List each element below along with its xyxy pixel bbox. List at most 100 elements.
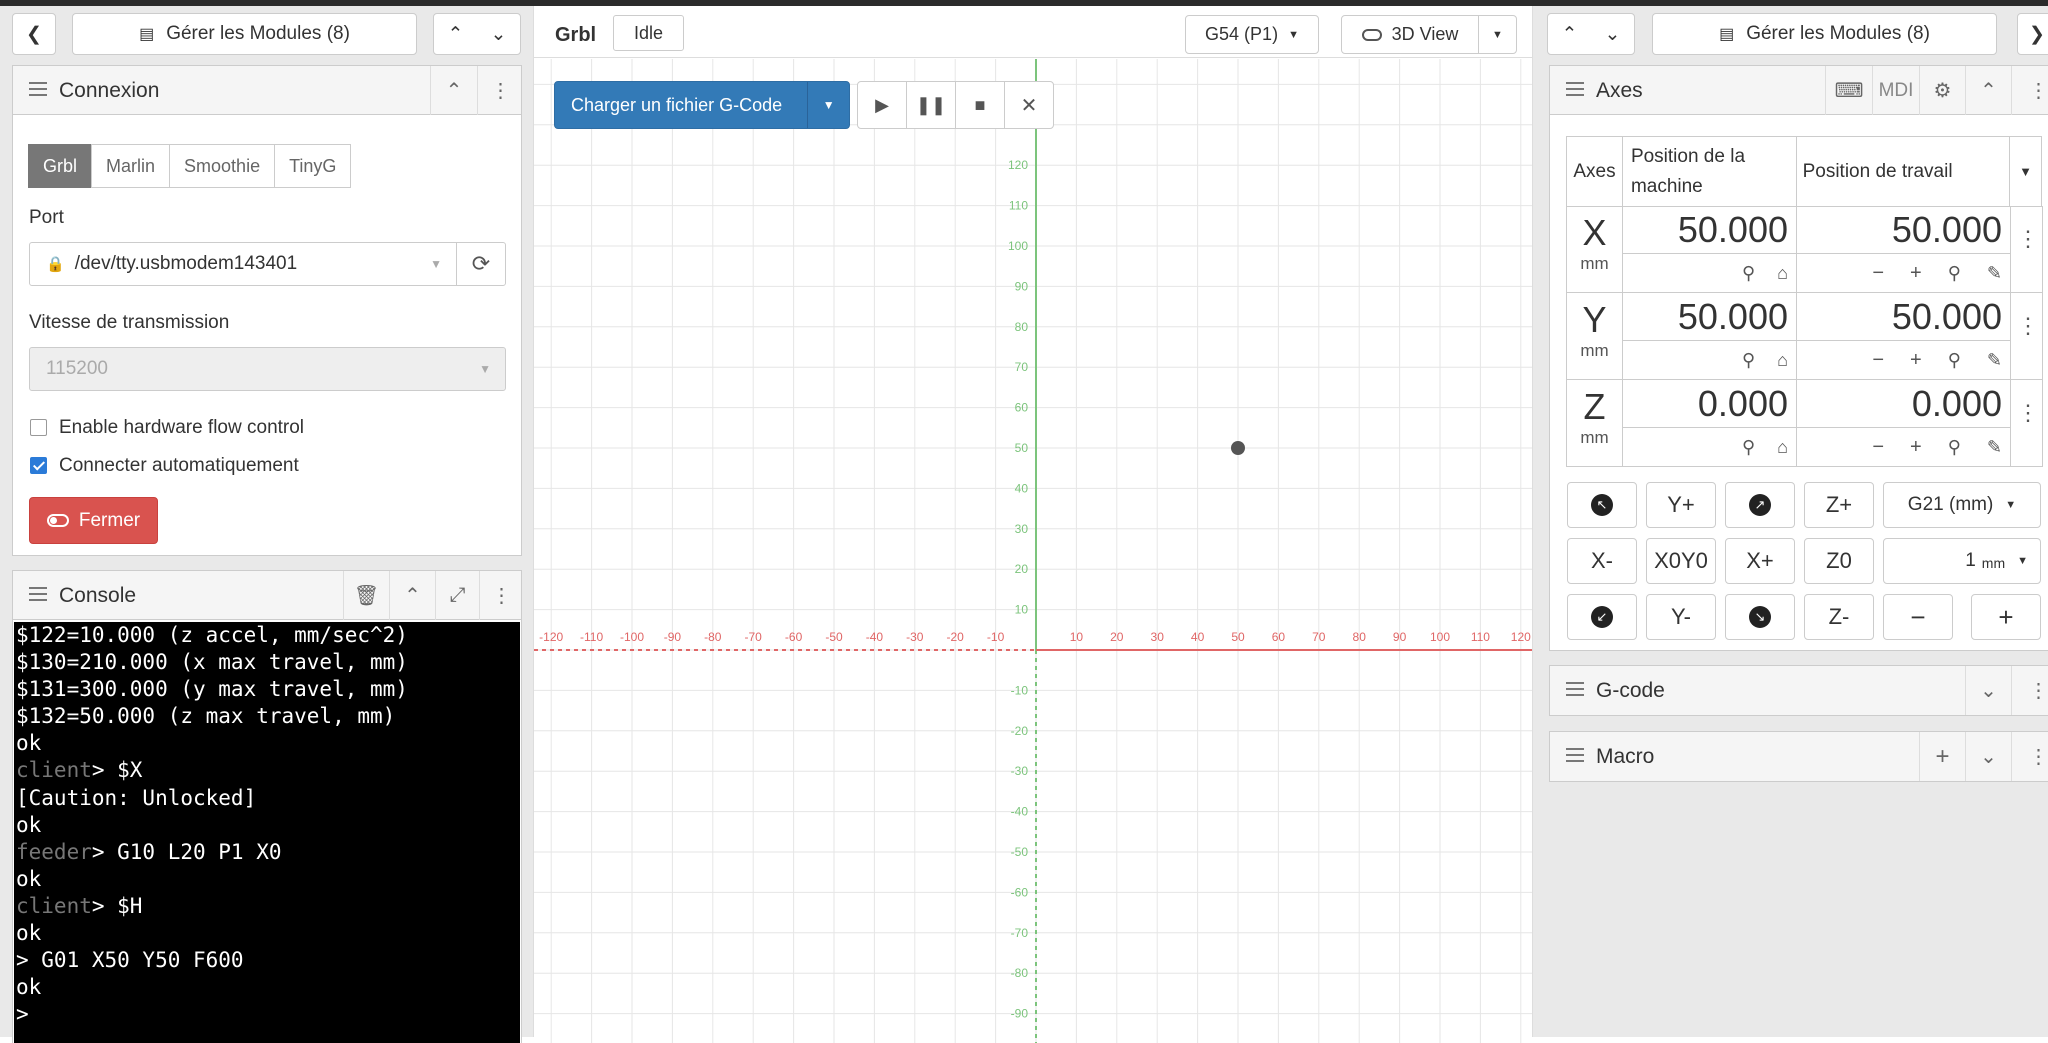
tab-grbl[interactable]: Grbl [28,144,92,188]
clear-console-button[interactable]: 🗑 [343,571,389,620]
home-icon[interactable]: ⌂ [1777,263,1788,284]
plus-icon[interactable]: + [1910,262,1922,285]
minus-icon[interactable]: − [1872,349,1884,372]
nav-next-button[interactable]: ❯ [2017,13,2048,55]
view-toggle-button[interactable]: 3D View [1341,15,1479,54]
home-icon[interactable]: ⌂ [1777,437,1788,458]
visualizer-toolbar: Grbl Idle G54 (P1)▼ 3D View ▼ [534,6,1532,58]
step-dropdown[interactable]: 1mm▼ [1883,538,2041,584]
edit-icon[interactable]: ✎ [1987,350,2002,371]
jog-zminus-button[interactable]: Z- [1804,594,1874,640]
view-options-dropdown[interactable]: ▼ [1478,15,1517,54]
flow-control-checkbox[interactable] [30,419,47,436]
step-decrease-button[interactable]: − [1883,594,1953,640]
units-label: G21 (mm) [1908,494,1994,516]
settings-button[interactable]: ⚙ [1919,66,1965,115]
stop-button[interactable]: ■ [956,82,1005,128]
chevron-up-icon[interactable]: ⌃ [448,23,464,46]
load-gcode-button[interactable]: Charger un fichier G-Code ▼ [554,81,850,129]
more-vertical-icon[interactable]: ⋮ [2017,226,2039,252]
minus-icon[interactable]: − [1872,436,1884,459]
nav-prev-button[interactable]: ❮ [12,13,56,55]
chevron-down-icon[interactable]: ⌄ [491,23,507,46]
chevron-up-icon[interactable]: ⌃ [1562,23,1578,46]
jog-xplus-button[interactable]: X+ [1725,538,1795,584]
console-line-text: > [16,1002,29,1026]
auto-connect-label: Connecter automatiquement [59,455,299,477]
plus-icon[interactable]: + [1910,349,1922,372]
refresh-ports-button[interactable]: ⟳ [456,242,506,286]
set-origin-icon[interactable]: ⚲ [1742,437,1755,458]
visualizer-canvas[interactable]: -120-110-100-90-80-70-60-50-40-30-20-101… [534,59,1532,1043]
baud-select[interactable]: 115200 ▼ [29,347,506,391]
set-origin-icon[interactable]: ⚲ [1948,350,1961,371]
close-gcode-button[interactable]: ✕ [1005,82,1053,128]
play-button[interactable]: ▶ [858,82,907,128]
console-output[interactable]: $122=10.000 (z accel, mm/sec^2)$130=210.… [14,622,520,1043]
jog-yplus-button[interactable]: Y+ [1646,482,1716,528]
tab-tinyg[interactable]: TinyG [274,144,351,188]
plus-icon: + [1998,602,2013,633]
go-x0y0-button[interactable]: X0Y0 [1646,538,1716,584]
step-increase-button[interactable]: + [1971,594,2041,640]
set-origin-icon[interactable]: ⚲ [1948,263,1961,284]
port-select[interactable]: 🔒 /dev/tty.usbmodem143401 ▼ [29,242,457,286]
wcs-dropdown[interactable]: G54 (P1)▼ [1185,15,1319,54]
plus-icon[interactable]: + [1910,436,1922,459]
console-line-text: ok [16,867,41,891]
collapse-button[interactable]: ⌃ [389,571,435,620]
gcode-widget: G-code ⌄ ⋮ [1549,665,2048,716]
caret-down-icon[interactable]: ▼ [807,82,849,128]
collapse-button[interactable]: ⌃ [430,66,477,115]
set-origin-icon[interactable]: ⚲ [1742,350,1755,371]
more-button[interactable]: ⋮ [477,66,523,115]
expand-icon: ⤢ [450,584,466,607]
menu-icon[interactable] [1566,748,1584,762]
collapse-button[interactable]: ⌃ [1965,66,2011,115]
units-dropdown[interactable]: G21 (mm) ▼ [1883,482,2041,528]
jog-xminus-yplus-button[interactable]: ↖ [1567,482,1637,528]
more-vertical-icon[interactable]: ⋮ [2017,313,2039,339]
console-line-text: > G01 X50 Y50 F600 [16,948,244,972]
more-button[interactable]: ⋮ [2011,732,2048,781]
home-icon[interactable]: ⌂ [1777,350,1788,371]
jog-xplus-yminus-button[interactable]: ↘ [1725,594,1795,640]
expand-button[interactable]: ⌄ [1965,732,2011,781]
caret-down-icon[interactable]: ▼ [2010,137,2042,207]
jog-xplus-yplus-button[interactable]: ↗ [1725,482,1795,528]
mdi-button[interactable]: MDI [1872,66,1919,115]
menu-icon[interactable] [1566,682,1584,696]
expand-button[interactable]: ⌄ [1965,666,2011,715]
left-column: ❮ ▤ Gérer les Modules (8) ⌃⌄ Connexion ⌃… [0,6,533,1037]
jog-yminus-button[interactable]: Y- [1646,594,1716,640]
x-tick-label: -10 [987,630,1005,644]
close-connection-button[interactable]: Fermer [29,497,158,544]
edit-icon[interactable]: ✎ [1987,437,2002,458]
menu-icon[interactable] [29,82,47,96]
jog-zplus-button[interactable]: Z+ [1804,482,1874,528]
auto-connect-checkbox[interactable] [30,457,47,474]
manage-modules-button[interactable]: ▤ Gérer les Modules (8) [1652,13,1997,55]
more-vertical-icon[interactable]: ⋮ [2017,400,2039,426]
pause-button[interactable]: ❚❚ [907,82,956,128]
more-button[interactable]: ⋮ [2011,66,2048,115]
caret-down-icon: ▼ [2005,499,2016,511]
more-button[interactable]: ⋮ [479,571,523,620]
tab-smoothie[interactable]: Smoothie [169,144,275,188]
edit-icon[interactable]: ✎ [1987,263,2002,284]
add-macro-button[interactable]: + [1919,732,1965,781]
menu-icon[interactable] [1566,82,1584,96]
jog-xminus-yminus-button[interactable]: ↙ [1567,594,1637,640]
keyboard-shortcuts-button[interactable]: ⌨ [1825,66,1872,115]
set-origin-icon[interactable]: ⚲ [1742,263,1755,284]
tab-marlin[interactable]: Marlin [91,144,170,188]
manage-modules-button[interactable]: ▤ Gérer les Modules (8) [72,13,417,55]
minus-icon[interactable]: − [1872,262,1884,285]
jog-xminus-button[interactable]: X- [1567,538,1637,584]
more-button[interactable]: ⋮ [2011,666,2048,715]
go-z0-button[interactable]: Z0 [1804,538,1874,584]
chevron-down-icon[interactable]: ⌄ [1605,23,1621,46]
menu-icon[interactable] [29,587,47,601]
fullscreen-button[interactable]: ⤢ [435,571,479,620]
set-origin-icon[interactable]: ⚲ [1948,437,1961,458]
